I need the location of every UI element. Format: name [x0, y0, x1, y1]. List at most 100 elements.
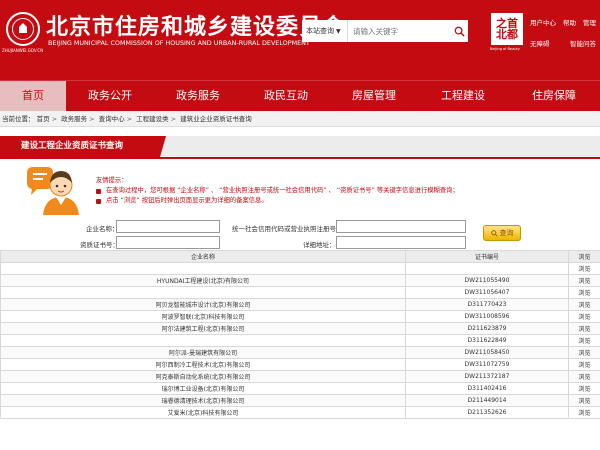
- main-nav: 首页 政务公开 政务服务 政民互动 房屋管理 工程建设 住房保障: [0, 80, 600, 111]
- view-link[interactable]: 浏览: [568, 262, 600, 275]
- certificate-number-cell: DW211058450: [405, 346, 569, 359]
- column-header-view: 浏览: [568, 250, 600, 263]
- certificate-number-cell: D211623879: [405, 322, 569, 335]
- certificate-number-cell: DW311072759: [405, 358, 569, 371]
- address-label: 详细地址：: [303, 241, 336, 249]
- view-link[interactable]: 浏览: [568, 322, 600, 335]
- breadcrumb-query-center[interactable]: 查询中心: [99, 115, 125, 123]
- view-link[interactable]: 浏览: [568, 286, 600, 299]
- column-header-company: 企业名称: [0, 250, 406, 263]
- table-header-row: 企业名称 证书编号 浏览: [0, 250, 600, 263]
- table-row: D311622849 浏览: [0, 334, 600, 347]
- hint-title: 友情提示：: [96, 177, 128, 184]
- table-row: HYUNDAI工程建设(北京)有限公司 DW211055490 浏览: [0, 274, 600, 287]
- search-icon: [490, 229, 498, 237]
- nav-construction[interactable]: 工程建设: [418, 81, 508, 111]
- view-link[interactable]: 浏览: [568, 274, 600, 287]
- certificate-number-cell: D211352626: [405, 406, 569, 419]
- table-row: 阿尔派-曼瑞建筑有限公司 DW211058450 浏览: [0, 346, 600, 359]
- bullet-icon: [96, 198, 101, 204]
- hint-box: 友情提示： 在查询过程中，您可根据 “企业名称” 、 “营业执照注册号或统一社会…: [96, 176, 459, 206]
- view-link[interactable]: 浏览: [568, 298, 600, 311]
- query-button[interactable]: 查询: [483, 225, 521, 241]
- beijing-logo-caption: Beijing of Beauty: [490, 47, 520, 51]
- view-link[interactable]: 浏览: [568, 310, 600, 323]
- company-name-cell: 阿克泰斯自动化系统(北京)有限公司: [0, 370, 406, 383]
- address-input[interactable]: [336, 236, 466, 249]
- nav-public-interaction[interactable]: 政民互动: [242, 81, 330, 111]
- company-name-cell: 瑞尔博工业设备(北京)有限公司: [0, 382, 406, 395]
- table-row: 阿贝龙智能城市设计(北京)有限公司 D311770423 浏览: [0, 298, 600, 311]
- site-header: ZHUJIANWEI.GOV.CN 北京市住房和城乡建设委员会 BEIJING …: [0, 0, 600, 80]
- search-button[interactable]: [450, 20, 468, 42]
- nav-housing-management[interactable]: 房屋管理: [330, 81, 418, 111]
- section-title: 建设工程企业资质证书查询: [0, 136, 166, 157]
- beijing-logo-text-bottom: 北都: [496, 28, 518, 41]
- hint-line-1: 在查询过程中，您可根据 “企业名称” 、 “营业执照注册号或统一社会信用代码” …: [106, 187, 459, 194]
- certificate-number-cell: D311622849: [405, 334, 569, 347]
- search-box: 本站查询 ▼: [302, 20, 468, 42]
- company-name-cell: 阿尔派-曼瑞建筑有限公司: [0, 346, 406, 359]
- top-links: 用户中心 帮助 管理 无障碍 智能问答: [530, 17, 600, 59]
- beijing-city-logo[interactable]: 之首 北都: [491, 13, 523, 45]
- certificate-number-cell: DW211055490: [405, 274, 569, 287]
- customer-service-icon: [27, 167, 79, 215]
- nav-housing-security[interactable]: 住房保障: [508, 81, 600, 111]
- bullet-icon: [96, 188, 101, 194]
- search-scope-select[interactable]: 本站查询 ▼: [302, 20, 348, 42]
- company-name-cell: 阿贝龙智能城市设计(北京)有限公司: [0, 298, 406, 311]
- view-link[interactable]: 浏览: [568, 358, 600, 371]
- certificate-number-cell: [405, 262, 569, 275]
- view-link[interactable]: 浏览: [568, 406, 600, 419]
- table-row: 阿克泰斯自动化系统(北京)有限公司 DW211372187 浏览: [0, 370, 600, 383]
- company-name-cell: 阿波罗智联(北京)科技有限公司: [0, 310, 406, 323]
- table-row: 阿波罗智联(北京)科技有限公司 DW311008596 浏览: [0, 310, 600, 323]
- table-row: 浏览: [0, 262, 600, 275]
- table-row: 艾爱米(北京)科技有限公司 D211352626 浏览: [0, 406, 600, 419]
- company-name-input[interactable]: [116, 220, 220, 233]
- certificate-number-cell: D311402416: [405, 382, 569, 395]
- view-link[interactable]: 浏览: [568, 334, 600, 347]
- company-name-cell: [0, 286, 406, 299]
- view-link[interactable]: 浏览: [568, 382, 600, 395]
- certificate-number-input[interactable]: [116, 236, 220, 249]
- nav-government-services[interactable]: 政务服务: [154, 81, 242, 111]
- certificate-number-cell: DW311056407: [405, 286, 569, 299]
- nav-home[interactable]: 首页: [0, 81, 66, 111]
- company-name-cell: 阿尔西制冷工程技术(北京)有限公司: [0, 358, 406, 371]
- license-number-input[interactable]: [336, 220, 466, 233]
- license-number-label: 统一社会信用代码或营业执照注册号：: [232, 225, 343, 233]
- user-center-link[interactable]: 用户中心: [530, 17, 556, 27]
- company-name-cell: 艾爱米(北京)科技有限公司: [0, 406, 406, 419]
- breadcrumb-home[interactable]: 首页: [37, 115, 50, 123]
- view-link[interactable]: 浏览: [568, 346, 600, 359]
- certificate-number-cell: D311770423: [405, 298, 569, 311]
- smart-qa-link[interactable]: 智能问答: [570, 38, 596, 48]
- breadcrumb-construction[interactable]: 工程建设类: [136, 115, 169, 123]
- table-row: 瑞睿德清理技术(北京)有限公司 D211449014 浏览: [0, 394, 600, 407]
- site-title: 北京市住房和城乡建设委员会: [46, 15, 346, 40]
- hint-line-2: 点击 “浏览” 按钮后时弹出页面显示更为详细的备案信息。: [106, 197, 268, 204]
- view-link[interactable]: 浏览: [568, 394, 600, 407]
- help-link[interactable]: 帮助: [563, 17, 576, 27]
- query-button-label: 查询: [499, 229, 514, 237]
- admin-link[interactable]: 管理: [583, 17, 596, 27]
- site-subtitle: BEIJING MUNICIPAL COMMISSION OF HOUSING …: [48, 39, 310, 47]
- breadcrumb-prefix: 当前位置：: [2, 115, 35, 123]
- breadcrumb-gov-services[interactable]: 政务服务: [61, 115, 87, 123]
- logo-domain: ZHUJIANWEI.GOV.CN: [2, 48, 44, 53]
- certificate-number-label: 资质证书号：: [80, 241, 119, 249]
- certificate-number-cell: D211449014: [405, 394, 569, 407]
- view-link[interactable]: 浏览: [568, 370, 600, 383]
- company-name-label: 企业名称：: [86, 225, 119, 233]
- search-icon: [454, 26, 465, 37]
- company-name-cell: [0, 262, 406, 275]
- nav-government-affairs[interactable]: 政务公开: [66, 81, 154, 111]
- accessibility-link[interactable]: 无障碍: [530, 38, 550, 48]
- search-scope-label: 本站查询: [306, 27, 334, 35]
- company-name-cell: 瑞睿德清理技术(北京)有限公司: [0, 394, 406, 407]
- column-header-cert-number: 证书编号: [405, 250, 569, 263]
- certificate-number-cell: DW311008596: [405, 310, 569, 323]
- commission-logo-icon[interactable]: [6, 12, 40, 46]
- certificate-number-cell: DW211372187: [405, 370, 569, 383]
